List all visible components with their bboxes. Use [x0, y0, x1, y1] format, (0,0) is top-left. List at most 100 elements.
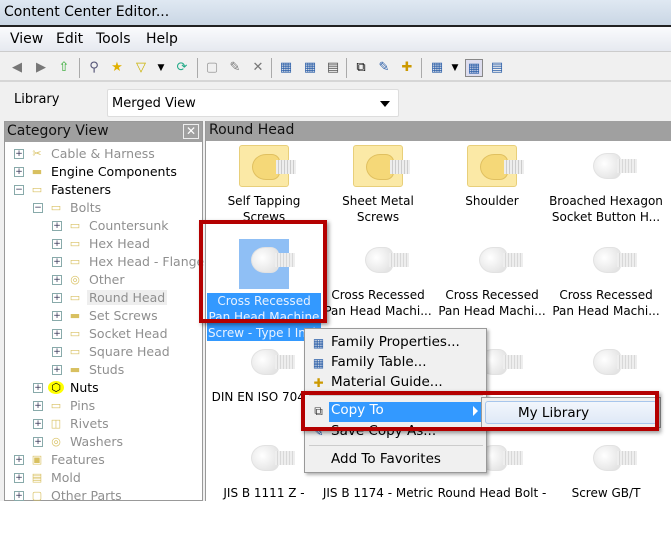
category-icon: ▭: [69, 255, 81, 268]
item-label: Cross Recessed Pan Head Machi...: [438, 288, 546, 318]
annotation-box-copy-to: [301, 391, 659, 431]
back-icon[interactable]: ◀: [8, 59, 26, 77]
item-label: Round Head Bolt -: [437, 486, 547, 500]
up-folder-icon[interactable]: ⇧: [55, 59, 73, 77]
expand-icon[interactable]: +: [52, 239, 62, 249]
category-icon: ⬡: [48, 381, 64, 394]
folder-item[interactable]: Sheet Metal Screws: [321, 145, 435, 241]
category-icon: ▬: [69, 309, 81, 322]
expand-icon[interactable]: +: [14, 491, 24, 501]
search-icon[interactable]: ⚲: [85, 59, 103, 77]
expand-icon[interactable]: +: [14, 473, 24, 483]
category-icon: ▭: [69, 291, 81, 304]
item-label: Shoulder: [465, 194, 519, 208]
menu-item-add-to-favorites[interactable]: Add To Favorites: [307, 450, 484, 470]
screw-icon: [353, 239, 409, 281]
favorites-star-icon[interactable]: ★: [108, 59, 126, 77]
details-view-icon[interactable]: ▤: [488, 59, 506, 77]
folder-icon: [353, 145, 410, 187]
family-properties-icon[interactable]: ▦: [277, 59, 295, 77]
folder-item[interactable]: Shoulder: [435, 145, 549, 241]
expand-icon[interactable]: +: [14, 455, 24, 465]
content-header: Round Head: [206, 121, 671, 141]
expand-icon[interactable]: +: [14, 149, 24, 159]
expand-icon[interactable]: +: [33, 401, 43, 411]
expand-icon[interactable]: +: [52, 347, 62, 357]
toolbar: ◀ ▶ ⇧ ⚲ ★ ▽ ▼ ⟳ ▢ ✎ ✕ ▦ ▦ ▤ ⧉ ✎ ✚ ▦ ▼ ▦ …: [0, 54, 671, 82]
screw-icon: [581, 145, 637, 187]
family-item[interactable]: Broached Hexagon Socket Button H...: [549, 145, 663, 241]
family-table-icon[interactable]: ▦: [301, 59, 319, 77]
annotation-box-selected-item: [199, 220, 327, 323]
material-guide-icon: ✚: [313, 376, 324, 390]
chevron-down-icon: [380, 101, 390, 107]
edit-category-icon[interactable]: ✎: [226, 59, 244, 77]
expand-icon[interactable]: +: [52, 221, 62, 231]
family-item[interactable]: Screw GB/T: [549, 437, 663, 533]
category-icon: ▣: [31, 453, 43, 466]
expand-icon[interactable]: +: [52, 257, 62, 267]
forward-icon[interactable]: ▶: [32, 59, 50, 77]
expand-icon[interactable]: +: [14, 167, 24, 177]
category-icon: ▭: [69, 345, 81, 358]
large-icons-view-icon[interactable]: ▦: [465, 59, 483, 77]
family-table-icon: ▦: [312, 356, 325, 370]
view-options-icon[interactable]: ▦: [428, 59, 446, 77]
category-icon: ▭: [69, 237, 81, 250]
category-icon: ✂: [32, 147, 42, 160]
library-select[interactable]: Merged View: [107, 89, 399, 117]
category-icon: ▭: [50, 399, 62, 412]
item-label: JIS B 1111 Z -: [223, 486, 305, 500]
category-icon: ▤: [31, 471, 43, 484]
category-view-panel: Category View ✕ + ✂ Cable & Harness + ▬ Engin…: [4, 121, 212, 503]
category-icon: ▬: [69, 363, 81, 376]
family-item[interactable]: Cross Recessed Pan Head Machi...: [549, 239, 663, 335]
category-icon: ▭: [31, 183, 43, 196]
expand-icon[interactable]: +: [52, 365, 62, 375]
expand-icon[interactable]: +: [52, 275, 62, 285]
expand-icon[interactable]: +: [52, 311, 62, 321]
category-view-header: Category View ✕: [5, 122, 202, 142]
screw-icon: [239, 437, 295, 479]
close-icon[interactable]: ✕: [183, 124, 199, 139]
new-category-icon[interactable]: ▢: [203, 59, 221, 77]
window-title: Content Center Editor...: [4, 4, 170, 20]
view-dropdown-icon[interactable]: ▼: [446, 59, 464, 77]
family-item[interactable]: Cross Recessed Pan Head Machi...: [435, 239, 549, 335]
library-value: Merged View: [112, 96, 196, 111]
item-label: Screw GB/T: [571, 486, 641, 500]
library-label: Library: [14, 92, 60, 107]
filter-icon[interactable]: ▽: [132, 59, 150, 77]
filter-dropdown-icon[interactable]: ▼: [152, 59, 170, 77]
expand-icon[interactable]: +: [33, 419, 43, 429]
menu-item-family-table[interactable]: ▦ Family Table...: [307, 353, 484, 373]
expand-icon[interactable]: +: [33, 383, 43, 393]
expand-icon[interactable]: +: [52, 293, 62, 303]
expand-icon[interactable]: +: [52, 329, 62, 339]
collapse-icon[interactable]: −: [33, 203, 43, 213]
delete-category-icon[interactable]: ✕: [249, 59, 267, 77]
category-icon: ▭: [50, 201, 62, 214]
menu-help[interactable]: Help: [146, 31, 178, 47]
menu-item-family-properties[interactable]: ▦ Family Properties...: [307, 333, 484, 353]
family-properties-icon: ▦: [312, 336, 325, 350]
refresh-icon[interactable]: ⟳: [173, 59, 191, 77]
table-view-icon[interactable]: ▤: [324, 59, 342, 77]
expand-icon[interactable]: +: [33, 437, 43, 447]
material-guide-icon[interactable]: ✚: [398, 59, 416, 77]
menu-view[interactable]: View: [10, 31, 43, 47]
item-label: Broached Hexagon Socket Button H...: [549, 194, 663, 224]
category-view-title: Category View: [7, 123, 109, 139]
collapse-icon[interactable]: −: [14, 185, 24, 195]
menu-item-material-guide[interactable]: ✚ Material Guide...: [307, 373, 484, 393]
category-icon: ▬: [31, 165, 43, 178]
screw-icon: [581, 341, 637, 383]
copy-to-icon[interactable]: ⧉: [352, 59, 370, 77]
screw-icon: [239, 341, 295, 383]
menu-tools[interactable]: Tools: [96, 31, 131, 47]
menu-edit[interactable]: Edit: [56, 31, 83, 47]
category-icon: ▭: [69, 219, 81, 232]
category-icon: ◎: [70, 273, 80, 286]
save-copy-icon[interactable]: ✎: [375, 59, 393, 77]
family-item[interactable]: Cross Recessed Pan Head Machi...: [321, 239, 435, 335]
